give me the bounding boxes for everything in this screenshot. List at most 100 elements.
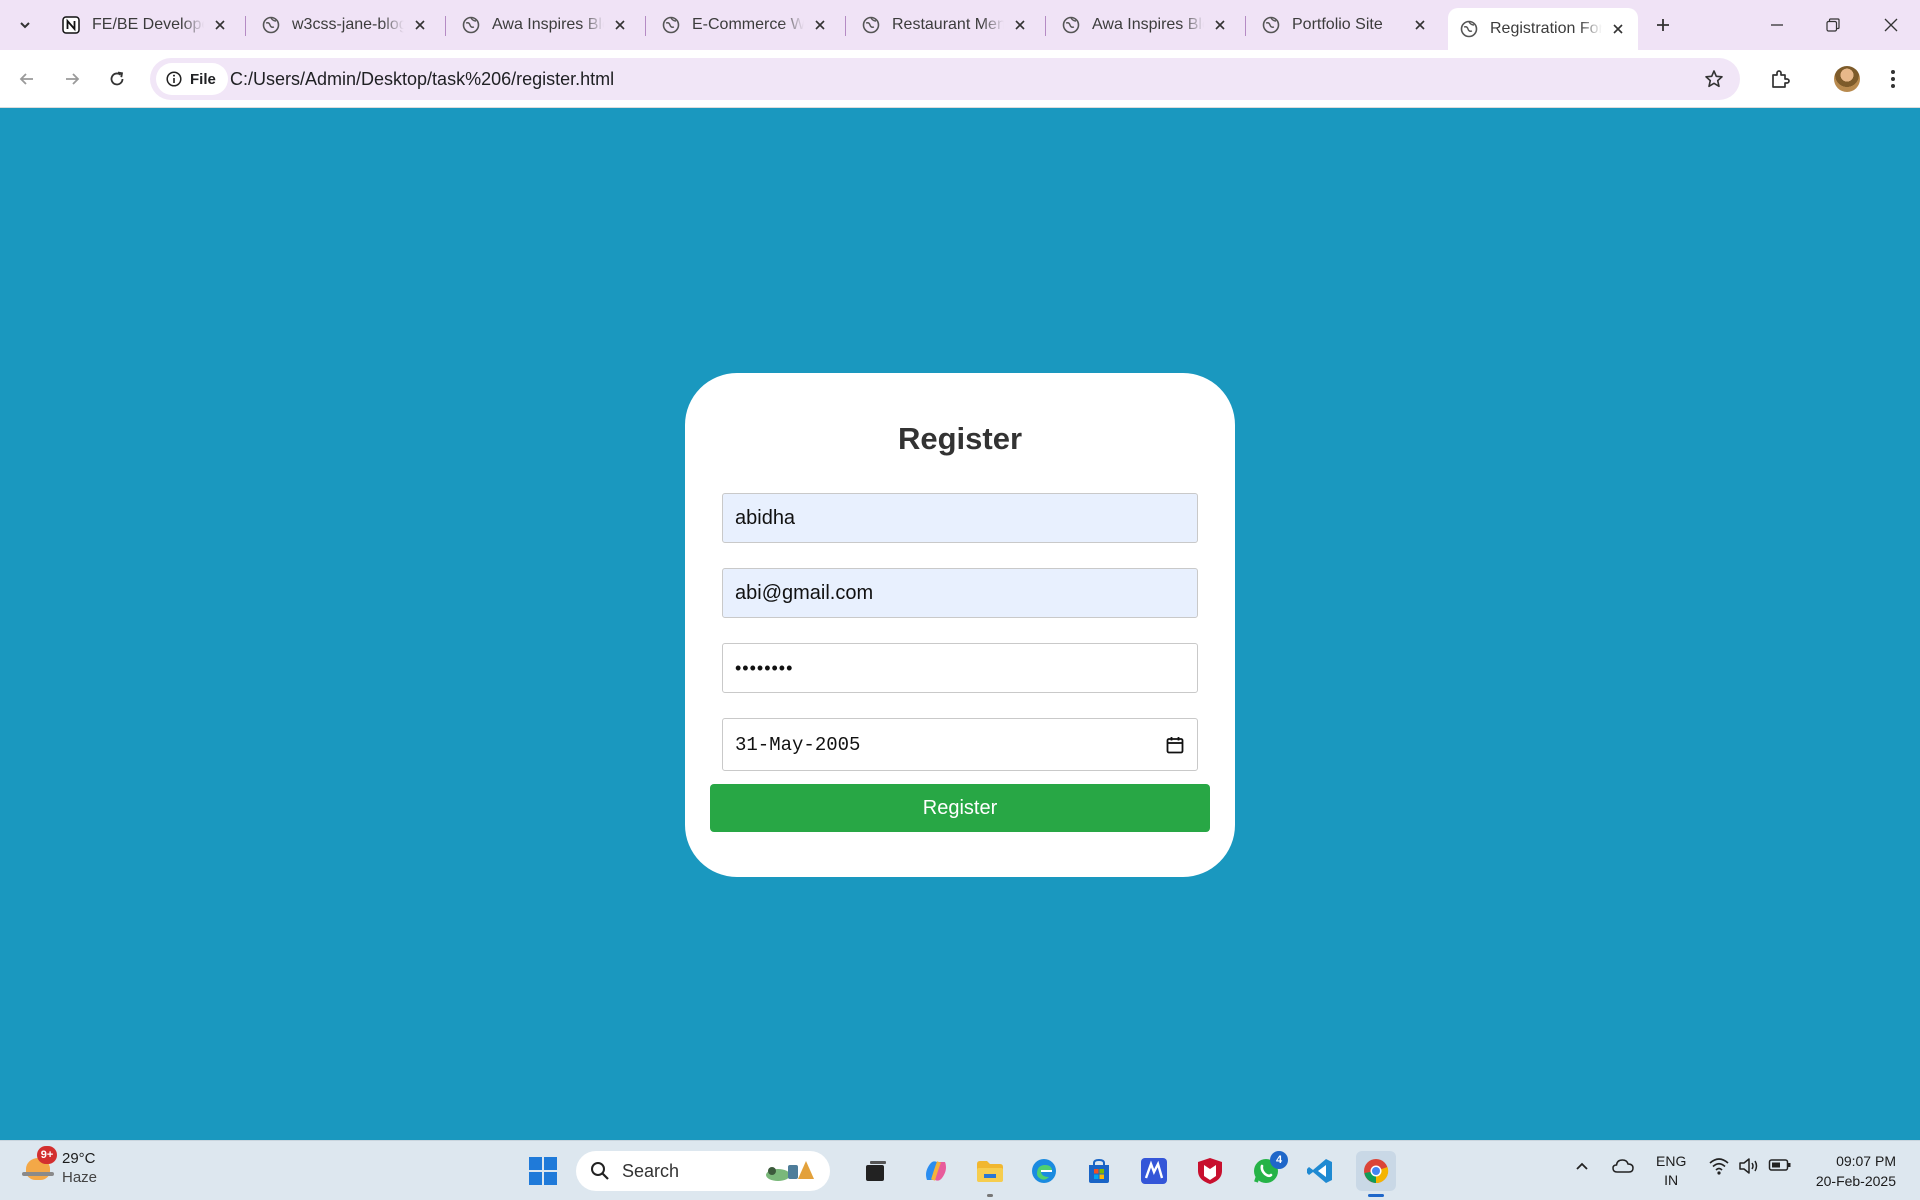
taskbar-search[interactable]: Search [576, 1151, 830, 1191]
language-indicator[interactable]: ENG IN [1656, 1152, 1686, 1190]
new-tab-button[interactable] [1650, 12, 1676, 38]
stylized-m-app-icon [1141, 1158, 1167, 1184]
show-hidden-icons-button[interactable] [1574, 1158, 1590, 1174]
forward-button[interactable] [56, 63, 88, 95]
taskbar: 9+ 29°C Haze Search 4 ENG IN 09:07 PM 20… [0, 1140, 1920, 1200]
chevron-down-icon [20, 22, 30, 29]
close-icon[interactable] [410, 15, 430, 35]
folder-icon [977, 1161, 1003, 1182]
url-text[interactable]: C:/Users/Admin/Desktop/task%206/register… [230, 69, 614, 90]
wifi-icon [1709, 1158, 1729, 1175]
password-input[interactable]: •••••••• [722, 643, 1198, 693]
globe-icon [262, 16, 280, 34]
close-icon[interactable] [1608, 19, 1628, 39]
reload-button[interactable] [101, 63, 133, 95]
language-region: IN [1664, 1172, 1679, 1188]
close-icon[interactable] [210, 15, 230, 35]
tab-separator [645, 16, 646, 36]
chrome-icon [1364, 1159, 1389, 1184]
dob-input[interactable]: 31-May-2005 [722, 718, 1198, 771]
windows-logo-icon [529, 1157, 557, 1185]
kebab-menu-icon [1891, 70, 1895, 88]
close-icon[interactable] [610, 15, 630, 35]
browser-toolbar: File C:/Users/Admin/Desktop/task%206/reg… [0, 50, 1920, 108]
store-icon [1089, 1158, 1109, 1183]
notion-icon [62, 16, 80, 34]
network-button[interactable] [1708, 1157, 1730, 1175]
tab-registration-form[interactable]: Registration Form [1448, 8, 1638, 50]
bookmark-star-button[interactable] [1702, 67, 1726, 91]
tab-separator [445, 16, 446, 36]
mcafee-button[interactable] [1190, 1151, 1230, 1191]
minimize-button[interactable] [1762, 10, 1792, 40]
vscode-icon [1307, 1159, 1332, 1183]
minimize-icon [1771, 24, 1783, 26]
battery-icon [1768, 1159, 1791, 1171]
name-value: abidha [735, 506, 796, 529]
globe-icon [1460, 20, 1478, 38]
whatsapp-button[interactable]: 4 [1246, 1151, 1288, 1191]
arrow-left-icon [19, 73, 33, 85]
chrome-button[interactable] [1356, 1151, 1396, 1197]
tab-awa-inspires-blog[interactable]: Awa Inspires Blog [450, 8, 640, 42]
store-button[interactable] [1079, 1151, 1119, 1191]
vscode-button[interactable] [1300, 1151, 1340, 1191]
onedrive-button[interactable] [1612, 1158, 1634, 1174]
file-explorer-button[interactable] [970, 1151, 1010, 1197]
notification-badge: 9+ [37, 1146, 57, 1164]
tab-fe-be-developer[interactable]: FE/BE Developer [50, 8, 240, 42]
close-icon[interactable] [1410, 15, 1430, 35]
tab-title: Awa Inspires Blog [1092, 16, 1204, 33]
tab-portfolio-site[interactable]: Portfolio Site [1250, 8, 1440, 42]
volume-button[interactable] [1738, 1157, 1760, 1175]
speaker-icon [1739, 1158, 1758, 1174]
weather-haze-icon: 9+ [22, 1146, 57, 1184]
email-input[interactable]: abi@gmail.com [722, 568, 1198, 618]
cloud-icon [1612, 1159, 1634, 1173]
restore-button[interactable] [1818, 10, 1848, 40]
clock-date: 20-Feb-2025 [1815, 1173, 1896, 1189]
calendar-icon[interactable] [1165, 735, 1185, 755]
globe-icon [462, 16, 480, 34]
globe-icon [1262, 16, 1280, 34]
app-m-button[interactable] [1134, 1151, 1174, 1191]
tab-restaurant-menu[interactable]: Restaurant Menu [850, 8, 1040, 42]
address-bar[interactable]: File C:/Users/Admin/Desktop/task%206/reg… [150, 58, 1740, 100]
battery-button[interactable] [1768, 1157, 1792, 1173]
weather-widget[interactable]: 9+ 29°C Haze [22, 1146, 97, 1187]
site-info-chip[interactable]: File [156, 63, 228, 95]
tab-title: Portfolio Site [1292, 16, 1383, 33]
clock-time: 09:07 PM [1836, 1153, 1896, 1169]
edge-button[interactable] [1024, 1151, 1064, 1191]
close-icon[interactable] [1210, 15, 1230, 35]
tab-title: E-Commerce Web [692, 16, 804, 33]
close-window-button[interactable] [1876, 10, 1906, 40]
copilot-button[interactable] [916, 1151, 956, 1191]
search-highlight-icon [766, 1161, 814, 1181]
task-view-button[interactable] [856, 1151, 896, 1191]
system-clock[interactable]: 09:07 PM 20-Feb-2025 [1816, 1151, 1896, 1191]
register-button[interactable]: Register [710, 784, 1210, 832]
tab-awa-inspires-blog-2[interactable]: Awa Inspires Blog [1050, 8, 1240, 42]
star-icon [1705, 70, 1723, 88]
profile-avatar-button[interactable] [1831, 63, 1863, 95]
browser-menu-button[interactable] [1877, 63, 1909, 95]
tab-separator [845, 16, 846, 36]
edge-icon [1032, 1159, 1056, 1183]
copilot-icon [926, 1161, 946, 1181]
tab-title: Registration Form [1490, 20, 1602, 37]
tab-search-button[interactable] [12, 12, 38, 38]
globe-icon [862, 16, 880, 34]
close-icon[interactable] [1010, 15, 1030, 35]
tab-w3css-jane-blog[interactable]: w3css-jane-blog [250, 8, 440, 42]
tab-separator [1245, 16, 1246, 36]
tab-e-commerce-web[interactable]: E-Commerce Web [650, 8, 840, 42]
name-input[interactable]: abidha [722, 493, 1198, 543]
globe-icon [662, 16, 680, 34]
start-button[interactable] [523, 1151, 563, 1191]
tab-title: w3css-jane-blog [292, 16, 404, 33]
extensions-button[interactable] [1765, 63, 1797, 95]
back-button[interactable] [11, 63, 43, 95]
active-indicator [1368, 1194, 1384, 1197]
close-icon[interactable] [810, 15, 830, 35]
